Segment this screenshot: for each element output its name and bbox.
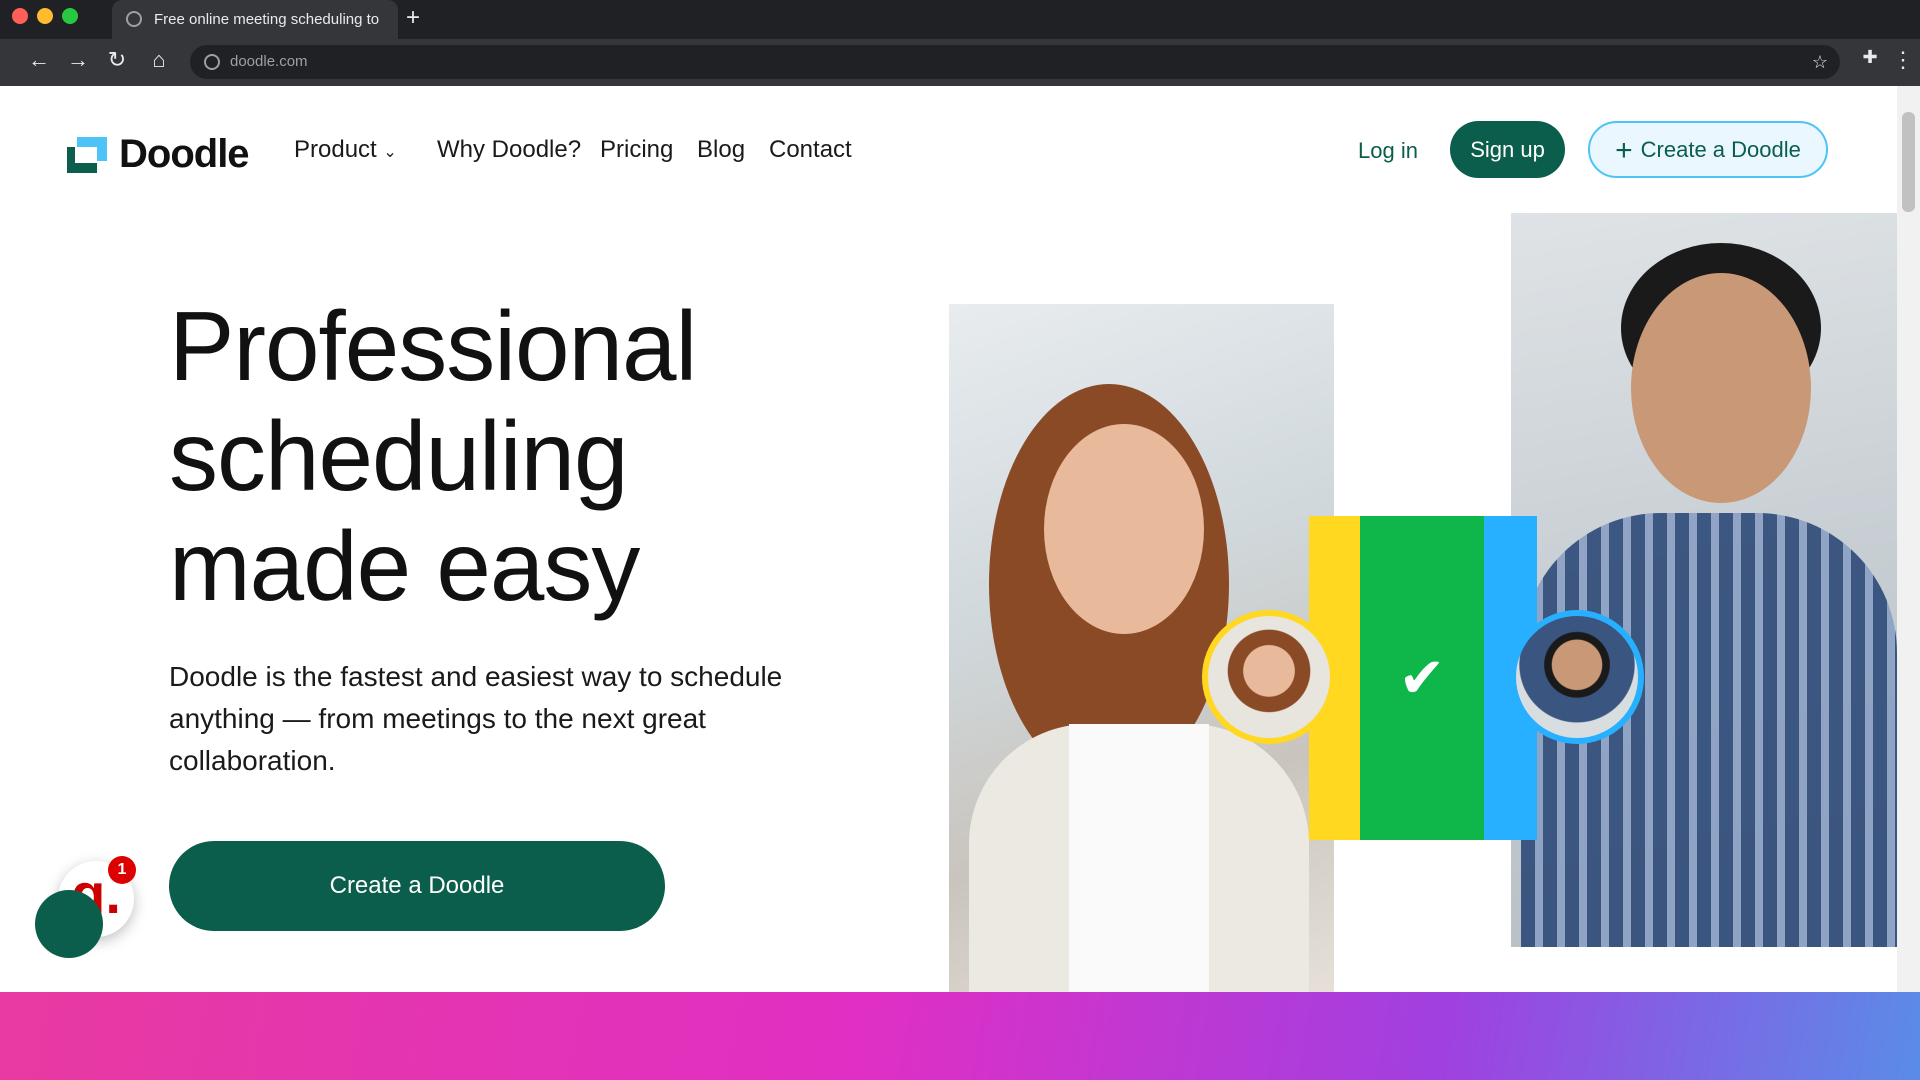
tab-title: Free online meeting scheduling to: [154, 11, 380, 28]
notification-badge: 1: [108, 856, 136, 884]
chat-launcher-button[interactable]: [35, 890, 103, 958]
chevron-down-icon: ⌄: [383, 144, 397, 161]
scrollbar[interactable]: [1897, 86, 1920, 992]
reload-icon[interactable]: ↻: [102, 47, 132, 73]
url-text: doodle.com: [230, 53, 308, 70]
browser-tab-bar: Free online meeting scheduling to +: [0, 0, 1920, 39]
new-tab-button[interactable]: +: [406, 4, 420, 32]
plus-icon: +: [1615, 134, 1633, 167]
nav-pricing[interactable]: Pricing: [600, 136, 673, 164]
extensions-icon[interactable]: ✚: [1855, 47, 1885, 68]
create-doodle-header-button[interactable]: + Create a Doodle: [1588, 121, 1828, 178]
star-icon[interactable]: ☆: [1812, 45, 1828, 79]
man-avatar: [1510, 610, 1644, 744]
scrollbar-thumb[interactable]: [1902, 112, 1915, 212]
hero-description: Doodle is the fastest and easiest way to…: [169, 661, 783, 776]
nav-why-doodle[interactable]: Why Doodle?: [437, 136, 581, 164]
webpage: Doodle Product ⌄ Why Doodle? Pricing Blo…: [0, 86, 1920, 992]
forward-icon[interactable]: →: [63, 47, 93, 73]
create-doodle-cta-button[interactable]: Create a Doodle: [169, 841, 665, 931]
browser-tab[interactable]: Free online meeting scheduling to: [112, 0, 398, 39]
logo-text: Doodle: [119, 132, 250, 176]
desktop-background: [0, 992, 1920, 1080]
logo-mark-icon: [67, 136, 107, 173]
signup-button[interactable]: Sign up: [1450, 121, 1565, 178]
check-icon: ✔: [1398, 646, 1446, 709]
home-icon[interactable]: ⌂: [144, 47, 174, 73]
menu-icon[interactable]: ⋮: [1888, 47, 1918, 73]
address-bar[interactable]: doodle.com ☆: [190, 45, 1840, 79]
woman-avatar: [1202, 610, 1336, 744]
nav-blog[interactable]: Blog: [697, 136, 745, 164]
hero-title: Professional scheduling made easy: [169, 291, 697, 621]
nav-contact[interactable]: Contact: [769, 136, 852, 164]
nav-product[interactable]: Product ⌄: [294, 136, 397, 164]
login-link[interactable]: Log in: [1358, 138, 1418, 164]
maximize-window-button[interactable]: [62, 8, 78, 24]
minimize-window-button[interactable]: [37, 8, 53, 24]
globe-icon: [204, 54, 220, 70]
globe-icon: [126, 11, 142, 27]
close-window-button[interactable]: [12, 8, 28, 24]
doodle-logo[interactable]: Doodle: [67, 132, 250, 177]
man-photo: [1511, 213, 1897, 947]
back-icon[interactable]: ←: [24, 47, 54, 73]
browser-toolbar: ← → ↻ ⌂ doodle.com ☆ ✚ ⋮: [0, 39, 1920, 86]
